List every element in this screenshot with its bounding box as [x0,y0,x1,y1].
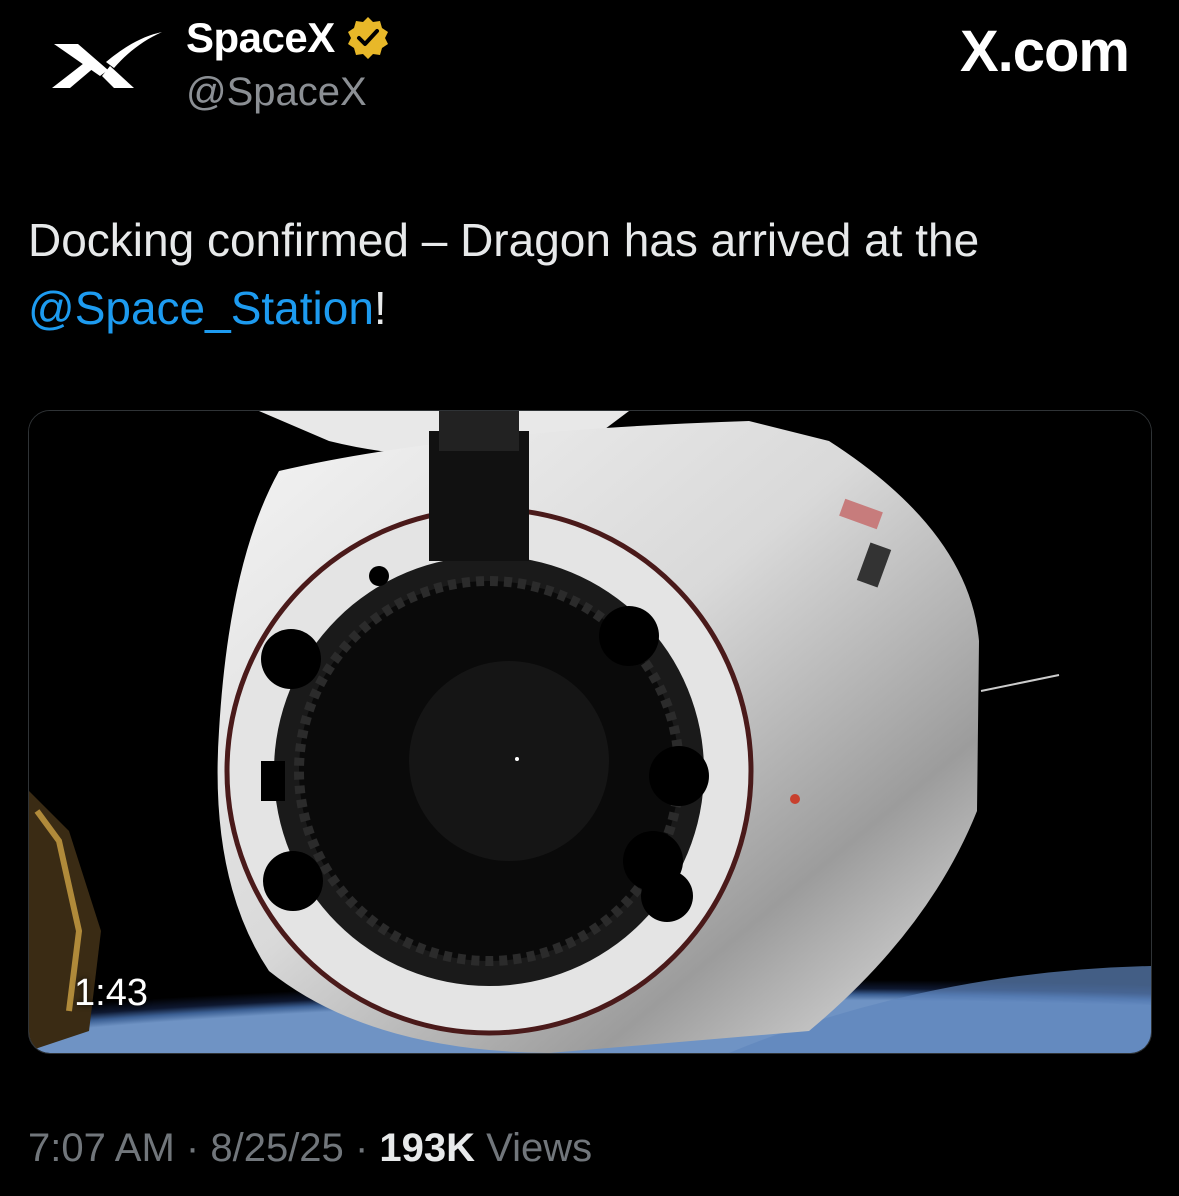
tweet-date[interactable]: 8/25/25 [210,1126,343,1170]
meta-separator: · [185,1126,200,1170]
author-name-row[interactable]: SpaceX [186,14,391,62]
tweet-time[interactable]: 7:07 AM [28,1126,175,1170]
tweet-text-end: ! [373,282,387,334]
views-count[interactable]: 193K [379,1126,475,1170]
mention-link[interactable]: @Space_Station [28,282,374,334]
spacex-x-logo-icon[interactable] [48,26,166,96]
tweet-header: SpaceX @SpaceX X.com [0,0,1179,140]
views-label: Views [486,1126,593,1170]
author-name[interactable]: SpaceX [186,14,335,62]
tweet-text: Docking confirmed – Dragon has arrived a… [28,206,1148,342]
video-thumbnail[interactable] [28,410,1152,1054]
tweet-text-body: Docking confirmed – Dragon has arrived a… [28,214,980,266]
verified-badge-icon [347,17,388,59]
meta-separator-2: · [354,1126,369,1170]
tweet-meta: 7:07 AM · 8/25/25 · 193K Views [28,1126,592,1171]
author-handle[interactable]: @SpaceX [186,70,367,115]
video-duration: 1:43 [74,972,148,1014]
dragon-capsule-video-thumbnail [29,411,1151,1053]
xcom-brand-label: X.com [959,19,1130,84]
